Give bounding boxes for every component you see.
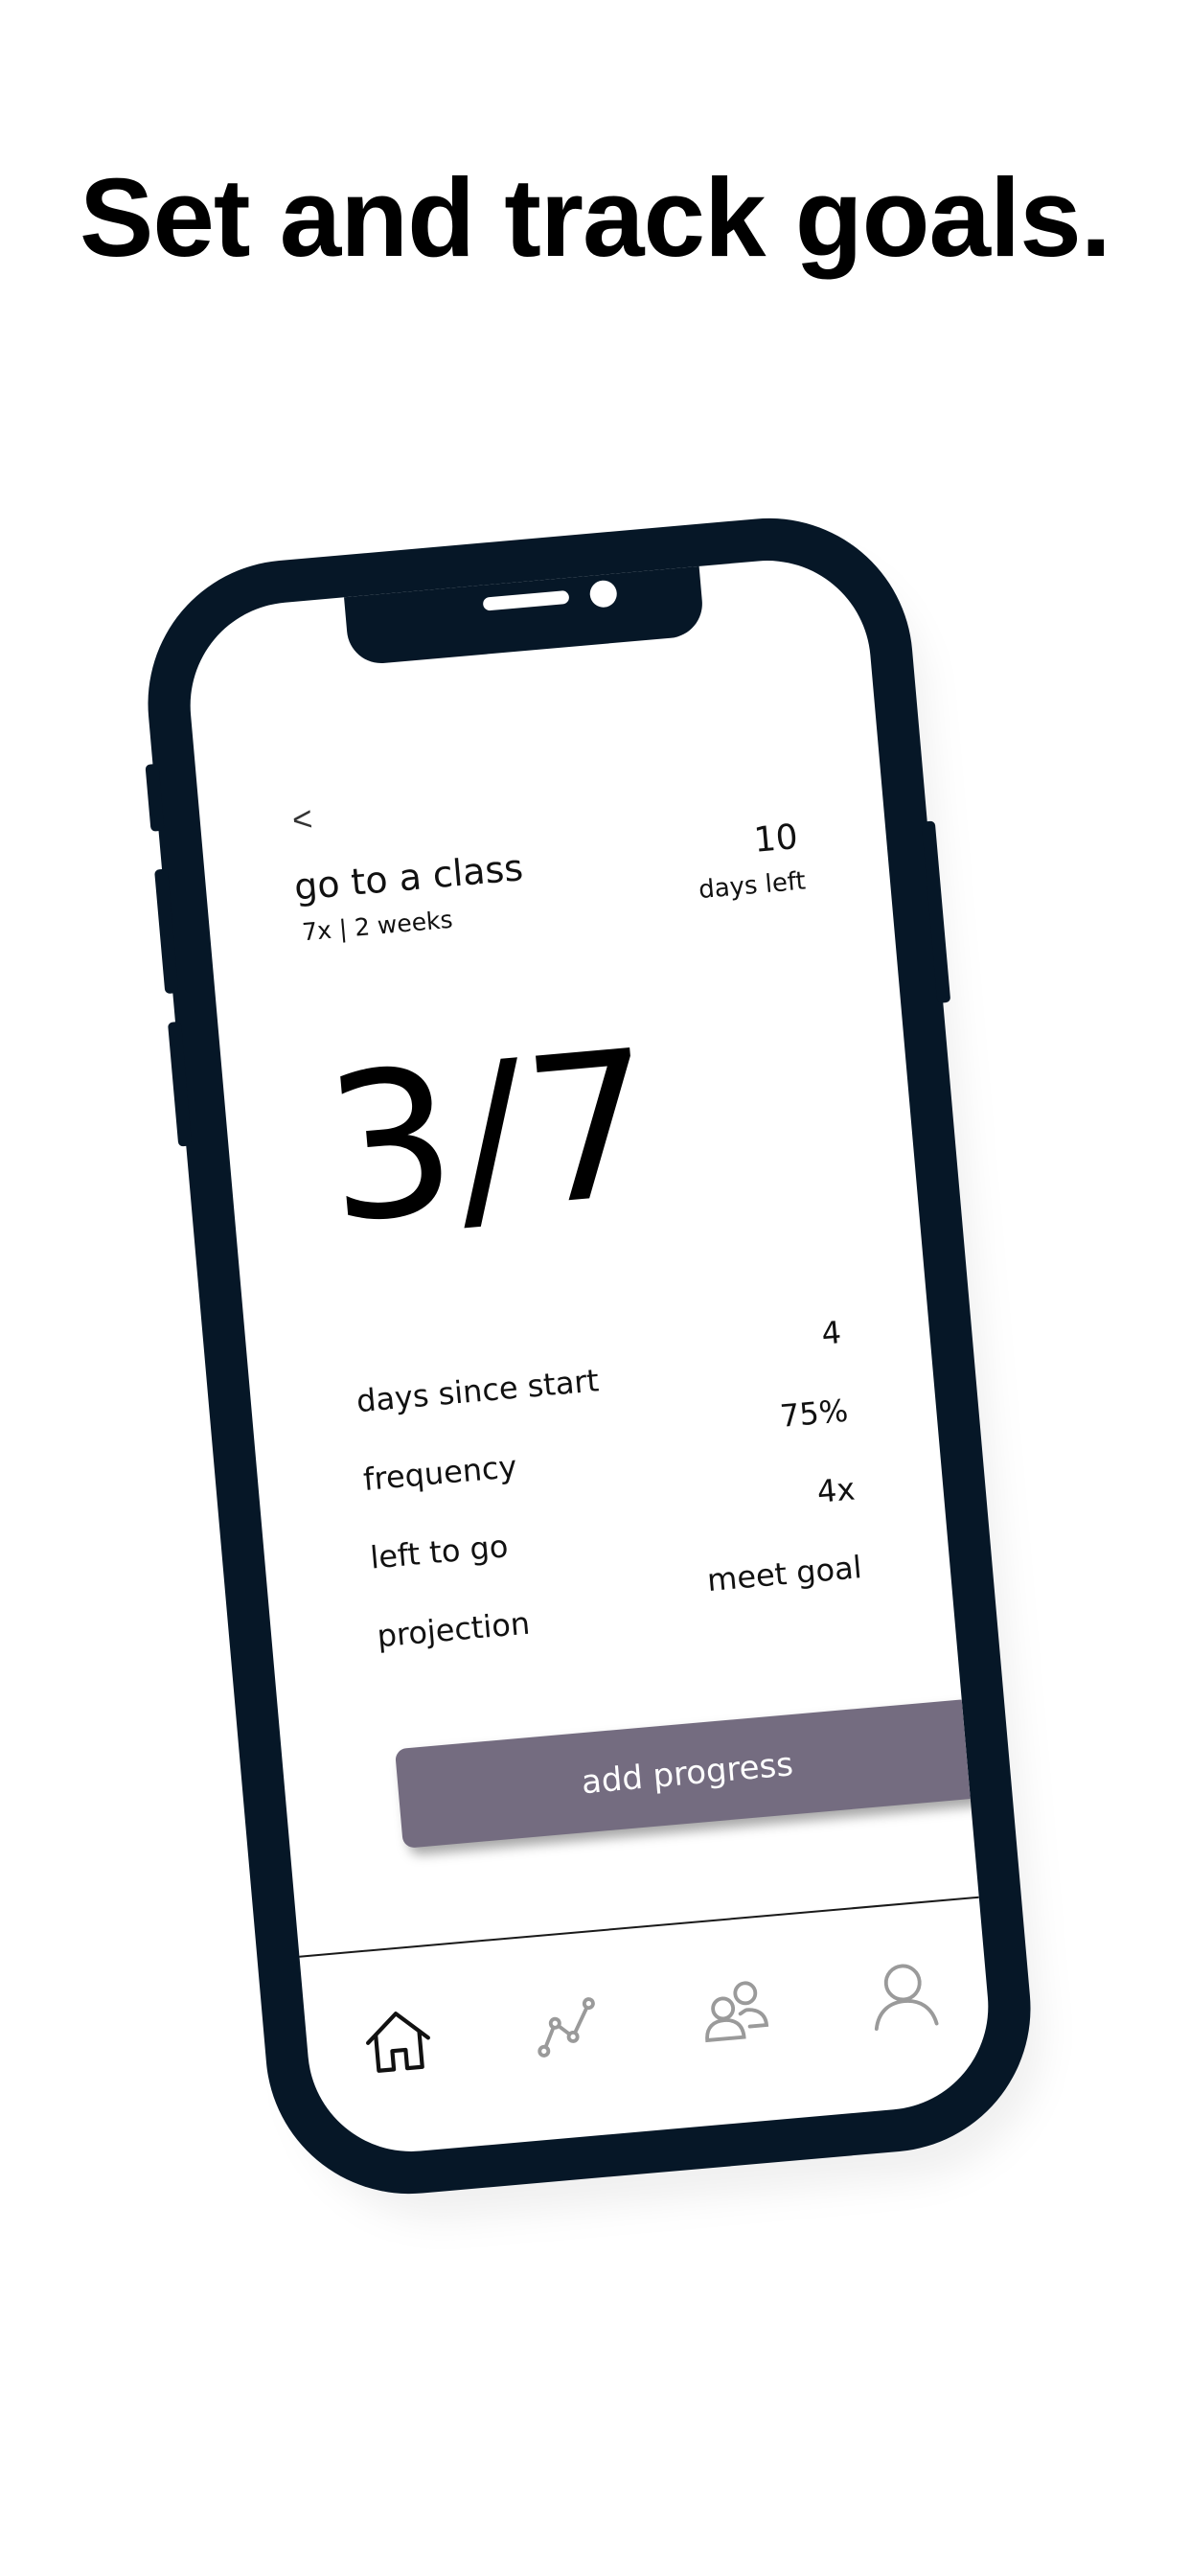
stat-label: frequency (361, 1448, 518, 1498)
stat-label: projection (375, 1604, 532, 1655)
progress-count: 3/7 (316, 1005, 666, 1269)
stat-value: 4x (815, 1470, 857, 1510)
days-left-count: 10 (752, 817, 800, 861)
headline: Set and track goals. (80, 155, 1111, 280)
side-button-volume-up (154, 868, 179, 995)
trend-chart-icon (537, 1997, 595, 2058)
stat-label: days since start (355, 1362, 601, 1420)
stat-value: 75% (778, 1392, 850, 1435)
side-button-power (921, 820, 951, 1003)
stat-label: left to go (368, 1528, 510, 1576)
app-screen: < go to a class 7x | 2 weeks 10 days lef… (181, 552, 997, 2160)
phone-mockup: < go to a class 7x | 2 weeks 10 days lef… (136, 506, 1055, 2232)
tab-friends[interactable] (678, 1954, 792, 2068)
goal-title: go to a class (292, 846, 525, 908)
back-button[interactable]: < (290, 798, 314, 840)
stat-value: 4 (819, 1314, 843, 1352)
tab-home[interactable] (341, 1984, 455, 2098)
days-left-label: days left (698, 866, 807, 906)
side-button-mute (145, 763, 165, 832)
speaker-grille (482, 589, 570, 611)
group-icon (705, 1981, 769, 2043)
add-progress-button[interactable]: add progress (394, 1698, 980, 1849)
profile-icon (874, 1964, 939, 2031)
goal-subtitle: 7x | 2 weeks (301, 905, 454, 947)
tab-stats[interactable] (510, 1968, 624, 2082)
notch (343, 556, 705, 667)
tab-profile[interactable] (847, 1939, 961, 2053)
tab-bar (340, 1929, 962, 2106)
stats-list: days since start 4 frequency 75% left to… (353, 1314, 867, 1669)
home-icon (365, 2012, 430, 2073)
side-button-volume-down (167, 1021, 193, 1147)
front-camera (588, 579, 618, 609)
phone-frame: < go to a class 7x | 2 weeks 10 days lef… (136, 506, 1042, 2206)
